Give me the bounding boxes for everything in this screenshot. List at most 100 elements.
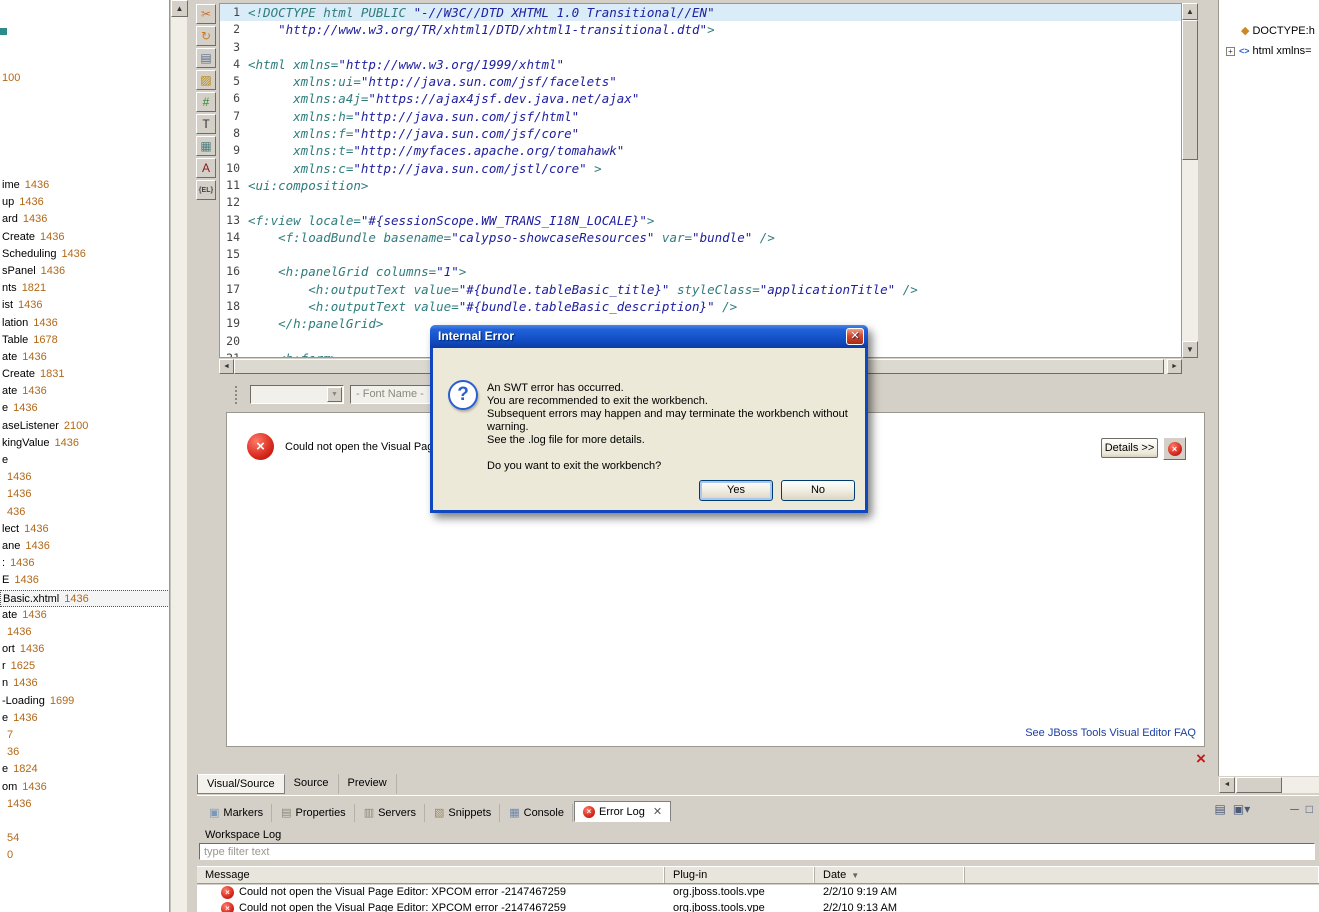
- list-item[interactable]: n 1436: [0, 675, 169, 692]
- outline-horizontal-scrollbar[interactable]: ◄: [1219, 777, 1319, 793]
- left-panel-scrollbar[interactable]: ▲: [170, 0, 188, 912]
- code-line[interactable]: 2 "http://www.w3.org/TR/xhtml1/DTD/xhtml…: [220, 21, 1181, 38]
- details-button[interactable]: Details >>: [1101, 438, 1158, 458]
- list-item[interactable]: Create 1436: [0, 229, 169, 246]
- list-item[interactable]: 1436: [0, 796, 169, 813]
- toolbar-drag-handle[interactable]: [235, 386, 239, 404]
- list-item[interactable]: e: [0, 452, 169, 469]
- yes-button[interactable]: Yes: [699, 480, 773, 501]
- code-line[interactable]: 3: [220, 39, 1181, 56]
- faq-link[interactable]: See JBoss Tools Visual Editor FAQ: [1025, 727, 1196, 739]
- no-button[interactable]: No: [781, 480, 855, 501]
- tab-servers[interactable]: ▥ Servers: [356, 804, 425, 822]
- table-row[interactable]: × Could not open the Visual Page Editor: …: [197, 885, 1319, 901]
- chevron-down-icon[interactable]: ▼: [327, 387, 342, 402]
- list-item[interactable]: r 1625: [0, 658, 169, 675]
- list-item[interactable]: Create 1831: [0, 366, 169, 383]
- dialog-title-bar[interactable]: Internal Error ✕: [430, 325, 868, 348]
- expand-icon[interactable]: +: [1226, 46, 1235, 56]
- code-line[interactable]: 13 <f:view locale="#{sessionScope.WW_TRAN…: [220, 212, 1181, 229]
- code-line[interactable]: 18 <h:outputText value="#{bundle.tableBa…: [220, 298, 1181, 315]
- list-item[interactable]: Scheduling 1436: [0, 246, 169, 263]
- close-icon[interactable]: ✕: [846, 328, 864, 345]
- preview-button[interactable]: ▤: [196, 48, 216, 68]
- column-header-message[interactable]: Message: [197, 867, 665, 883]
- list-item[interactable]: ane 1436: [0, 538, 169, 555]
- block-format-combo[interactable]: ▼: [250, 385, 344, 404]
- list-item[interactable]: ate 1436: [0, 349, 169, 366]
- list-item[interactable]: aseListener 2100: [0, 418, 169, 435]
- scrollbar-thumb[interactable]: [1236, 777, 1282, 793]
- code-line[interactable]: 12: [220, 194, 1181, 211]
- list-item[interactable]: sPanel 1436: [0, 263, 169, 280]
- column-header-plugin[interactable]: Plug-in: [665, 867, 815, 883]
- tab-snippets[interactable]: ▧ Snippets: [426, 804, 501, 822]
- source-editor[interactable]: 1 <!DOCTYPE html PUBLIC "-//W3C//DTD XHTM…: [219, 3, 1182, 358]
- list-item[interactable]: 1436: [0, 486, 169, 503]
- code-line[interactable]: 4 <html xmlns="http://www.w3.org/1999/xht…: [220, 56, 1181, 73]
- scroll-down-icon[interactable]: ▼: [1182, 341, 1198, 358]
- tab-source[interactable]: Source: [285, 774, 339, 794]
- code-line[interactable]: 10 xmlns:c="http://java.sun.com/jstl/cor…: [220, 160, 1181, 177]
- list-item[interactable]: 36: [0, 744, 169, 761]
- code-line[interactable]: 7 xmlns:h="http://java.sun.com/jsf/html": [220, 108, 1181, 125]
- tab-visual-source[interactable]: Visual/Source: [197, 774, 285, 794]
- open-log-icon[interactable]: ▤: [1215, 802, 1226, 816]
- list-item[interactable]: 436: [0, 504, 169, 521]
- table-row[interactable]: × Could not open the Visual Page Editor: …: [197, 901, 1319, 912]
- list-item[interactable]: e 1824: [0, 761, 169, 778]
- list-item[interactable]: [0, 813, 169, 830]
- list-item[interactable]: e 1436: [0, 400, 169, 417]
- scroll-right-icon[interactable]: ►: [1167, 359, 1182, 374]
- list-item[interactable]: Table 1678: [0, 332, 169, 349]
- text-button[interactable]: T: [196, 114, 216, 134]
- list-item[interactable]: Basic.xhtml 1436: [0, 589, 169, 607]
- list-item[interactable]: om 1436: [0, 779, 169, 796]
- code-line[interactable]: 15: [220, 246, 1181, 263]
- list-item[interactable]: :1436: [0, 555, 169, 572]
- refresh-button[interactable]: ↻: [196, 26, 216, 46]
- list-item[interactable]: ate 1436: [0, 607, 169, 624]
- code-line[interactable]: 9 xmlns:t="http://myfaces.apache.org/tom…: [220, 142, 1181, 159]
- code-line[interactable]: 1 <!DOCTYPE html PUBLIC "-//W3C//DTD XHTM…: [220, 4, 1181, 22]
- code-line[interactable]: 16 <h:panelGrid columns="1">: [220, 263, 1181, 280]
- list-item[interactable]: 1436: [0, 624, 169, 641]
- outline-item[interactable]: + <> html xmlns=: [1219, 42, 1319, 60]
- export-button[interactable]: ▨: [196, 70, 216, 90]
- el-expression-button[interactable]: {EL}: [196, 180, 216, 200]
- list-item[interactable]: ime 1436: [0, 177, 169, 194]
- style-button[interactable]: A: [196, 158, 216, 178]
- list-item[interactable]: nts 1821: [0, 280, 169, 297]
- maximize-icon[interactable]: □: [1306, 802, 1313, 816]
- minimize-icon[interactable]: ─: [1290, 802, 1299, 816]
- code-line[interactable]: 8 xmlns:f="http://java.sun.com/jsf/core": [220, 125, 1181, 142]
- tab-markers[interactable]: ▣ Markers: [201, 804, 273, 822]
- scroll-left-icon[interactable]: ◄: [1219, 777, 1235, 793]
- bundle-button[interactable]: #: [196, 92, 216, 112]
- image-button[interactable]: ▦: [196, 136, 216, 156]
- tab-properties[interactable]: ▤ Properties: [273, 804, 355, 822]
- list-item[interactable]: ate 1436: [0, 383, 169, 400]
- list-item[interactable]: 54: [0, 830, 169, 847]
- code-line[interactable]: 6 xmlns:a4j="https://ajax4jsf.dev.java.n…: [220, 90, 1181, 107]
- close-icon[interactable]: ×: [1192, 750, 1210, 768]
- tab-console[interactable]: ▦ Console: [501, 804, 573, 822]
- list-item[interactable]: e 1436: [0, 710, 169, 727]
- scrollbar-thumb[interactable]: [1182, 20, 1198, 160]
- list-item[interactable]: lect 1436: [0, 521, 169, 538]
- editor-vertical-scrollbar[interactable]: ▲ ▼: [1182, 3, 1198, 358]
- code-line[interactable]: 11 <ui:composition>: [220, 177, 1181, 194]
- cut-button[interactable]: ✂: [196, 4, 216, 24]
- list-item[interactable]: ist 1436: [0, 297, 169, 314]
- list-item[interactable]: 1436: [0, 469, 169, 486]
- code-line[interactable]: 14 <f:loadBundle basename="calypso-showc…: [220, 229, 1181, 246]
- scroll-up-icon[interactable]: ▲: [1182, 3, 1198, 20]
- view-menu-icon[interactable]: ▣▾: [1233, 802, 1250, 816]
- list-item[interactable]: 7: [0, 727, 169, 744]
- list-item[interactable]: up 1436: [0, 194, 169, 211]
- tab-preview[interactable]: Preview: [339, 774, 397, 794]
- close-icon[interactable]: ✕: [653, 805, 662, 818]
- list-item[interactable]: 0: [0, 847, 169, 864]
- list-item[interactable]: E 1436: [0, 572, 169, 589]
- outline-item[interactable]: ◆ DOCTYPE:h: [1219, 22, 1319, 40]
